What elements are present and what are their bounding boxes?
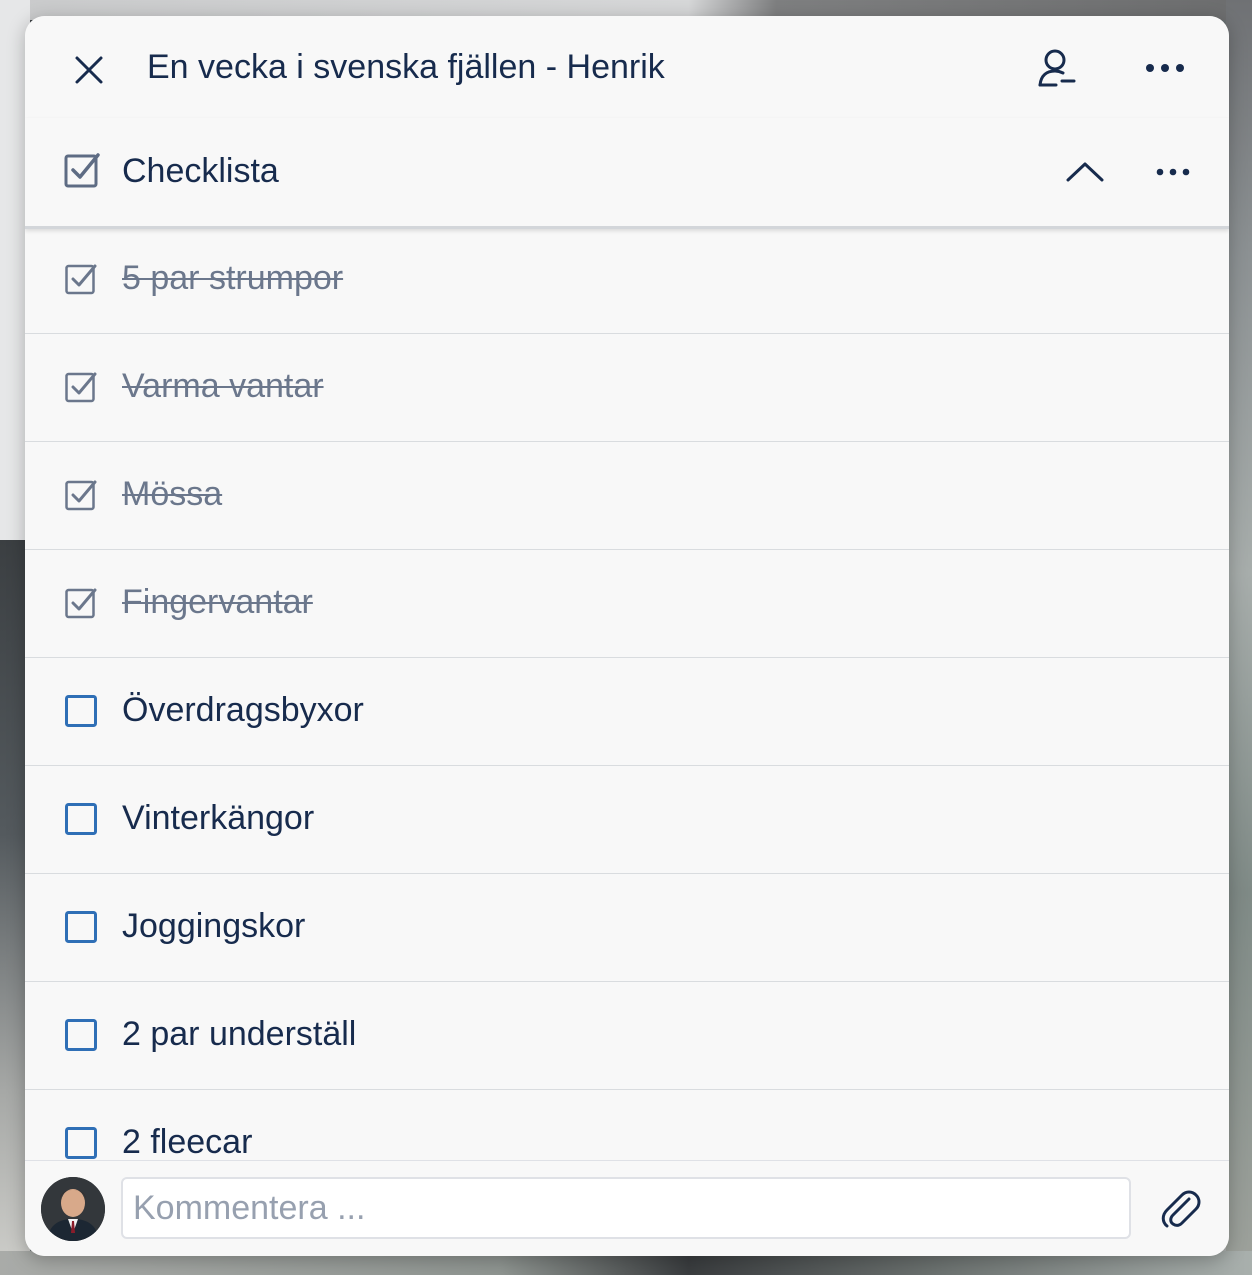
- close-icon: [75, 56, 103, 84]
- checked-checkbox-icon[interactable]: [65, 263, 97, 295]
- checklist-item[interactable]: Fingervantar: [25, 550, 1229, 658]
- user-avatar[interactable]: [41, 1177, 105, 1241]
- checklist-item-label: Vinterkängor: [122, 799, 315, 837]
- checked-checkbox-icon[interactable]: [65, 587, 97, 619]
- collapse-checklist-button[interactable]: [1059, 148, 1111, 196]
- unchecked-checkbox-icon[interactable]: [65, 911, 97, 943]
- member-icon: [1038, 49, 1076, 87]
- checklist-item[interactable]: Mössa: [25, 442, 1229, 550]
- checklist-more-button[interactable]: [1145, 148, 1201, 196]
- checklist-item-label: 2 fleecar: [122, 1123, 253, 1160]
- checklist-item-label: 5 par strumpor: [122, 259, 344, 297]
- unchecked-checkbox-icon[interactable]: [65, 1127, 97, 1159]
- more-horizontal-icon: [1146, 64, 1184, 72]
- unchecked-checkbox-icon[interactable]: [65, 1019, 97, 1051]
- card-header: En vecka i svenska fjällen - Henrik: [25, 16, 1229, 118]
- member-button[interactable]: [1031, 44, 1083, 92]
- checklist-title[interactable]: Checklista: [122, 150, 279, 192]
- checked-checkbox-icon[interactable]: [65, 479, 97, 511]
- checklist-item[interactable]: 2 fleecar: [25, 1090, 1229, 1160]
- card-more-button[interactable]: [1137, 44, 1193, 92]
- checklist-item-label: Varma vantar: [122, 367, 324, 405]
- unchecked-checkbox-icon[interactable]: [65, 803, 97, 835]
- checklist-item-label: Överdragsbyxor: [122, 691, 364, 729]
- checklist-item[interactable]: 2 par underställ: [25, 982, 1229, 1090]
- close-button[interactable]: [65, 46, 113, 94]
- chevron-up-icon: [1066, 162, 1104, 182]
- checklist-item[interactable]: Joggingskor: [25, 874, 1229, 982]
- card-title[interactable]: En vecka i svenska fjällen - Henrik: [147, 46, 665, 88]
- checklist-item-label: Joggingskor: [122, 907, 306, 945]
- checklist-item[interactable]: 5 par strumpor: [25, 226, 1229, 334]
- paperclip-icon: [1161, 1190, 1201, 1228]
- avatar-image: [41, 1177, 105, 1241]
- attach-button[interactable]: [1155, 1183, 1207, 1235]
- checklist-header: Checklista: [25, 118, 1229, 229]
- checklist-item[interactable]: Varma vantar: [25, 334, 1229, 442]
- checklist-item[interactable]: Överdragsbyxor: [25, 658, 1229, 766]
- checklist-item-label: Mössa: [122, 475, 223, 513]
- checklist-icon: [64, 153, 100, 188]
- background-right-photo: [1226, 0, 1252, 1275]
- unchecked-checkbox-icon[interactable]: [65, 695, 97, 727]
- checklist-item[interactable]: Vinterkängor: [25, 766, 1229, 874]
- more-horizontal-icon: [1156, 168, 1190, 176]
- comment-composer: [25, 1160, 1229, 1256]
- card-detail-modal: En vecka i svenska fjällen - Henrik Chec…: [25, 16, 1229, 1256]
- comment-input[interactable]: [121, 1177, 1131, 1239]
- checklist-items: 5 par strumpor Varma vantar Mössa Fingervan…: [25, 226, 1229, 1160]
- checklist-item-label: Fingervantar: [122, 583, 313, 621]
- checked-checkbox-icon[interactable]: [65, 371, 97, 403]
- checklist-item-label: 2 par underställ: [122, 1015, 357, 1053]
